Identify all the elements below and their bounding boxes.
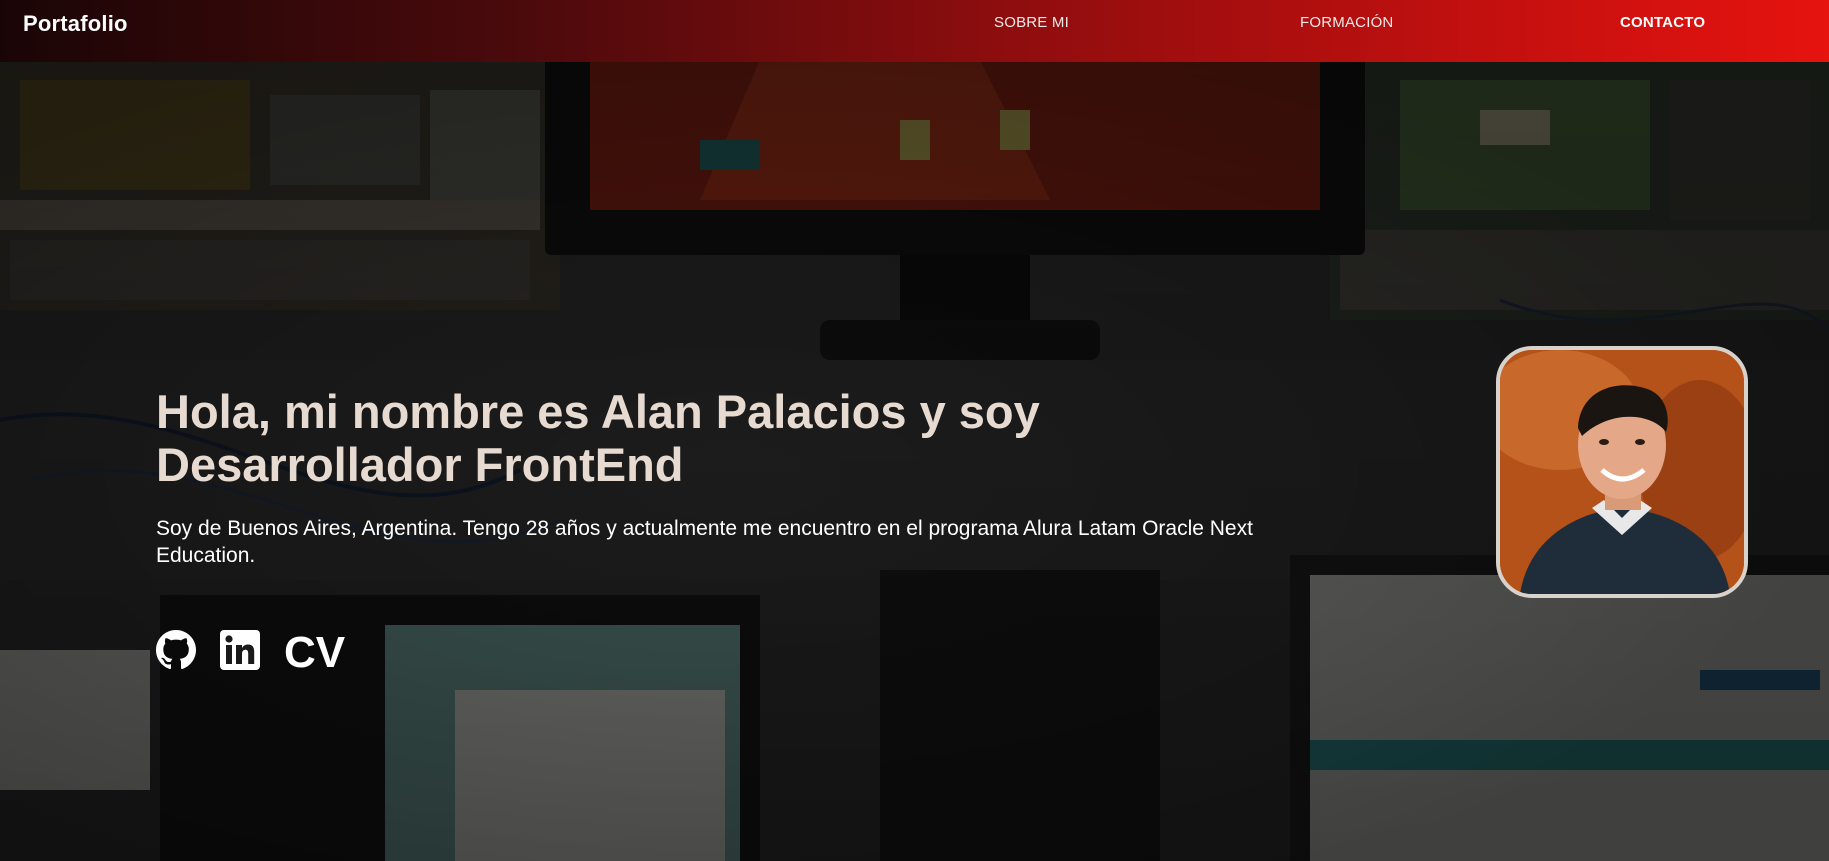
brand-logo-link[interactable]: Portafolio bbox=[23, 11, 128, 37]
top-navbar: Portafolio SOBRE MI FORMACIÓN CONTACTO bbox=[0, 0, 1829, 62]
hero-description: Soy de Buenos Aires, Argentina. Tengo 28… bbox=[156, 517, 1253, 567]
hero-section: Hola, mi nombre es Alan Palacios y soy D… bbox=[156, 385, 1356, 674]
github-link[interactable] bbox=[156, 630, 220, 675]
profile-avatar bbox=[1496, 346, 1748, 598]
social-links: CV bbox=[156, 630, 345, 675]
portfolio-page: Portafolio SOBRE MI FORMACIÓN CONTACTO H… bbox=[0, 0, 1829, 861]
hero-title: Hola, mi nombre es Alan Palacios y soy D… bbox=[156, 385, 1040, 491]
github-icon bbox=[156, 630, 196, 670]
linkedin-link[interactable] bbox=[220, 630, 284, 675]
nav-link-sobre-mi[interactable]: SOBRE MI bbox=[994, 14, 1069, 31]
linkedin-icon bbox=[220, 630, 260, 670]
nav-link-formacion[interactable]: FORMACIÓN bbox=[1300, 14, 1393, 31]
cv-link[interactable]: CV bbox=[284, 630, 345, 675]
nav-link-contacto[interactable]: CONTACTO bbox=[1620, 14, 1705, 31]
